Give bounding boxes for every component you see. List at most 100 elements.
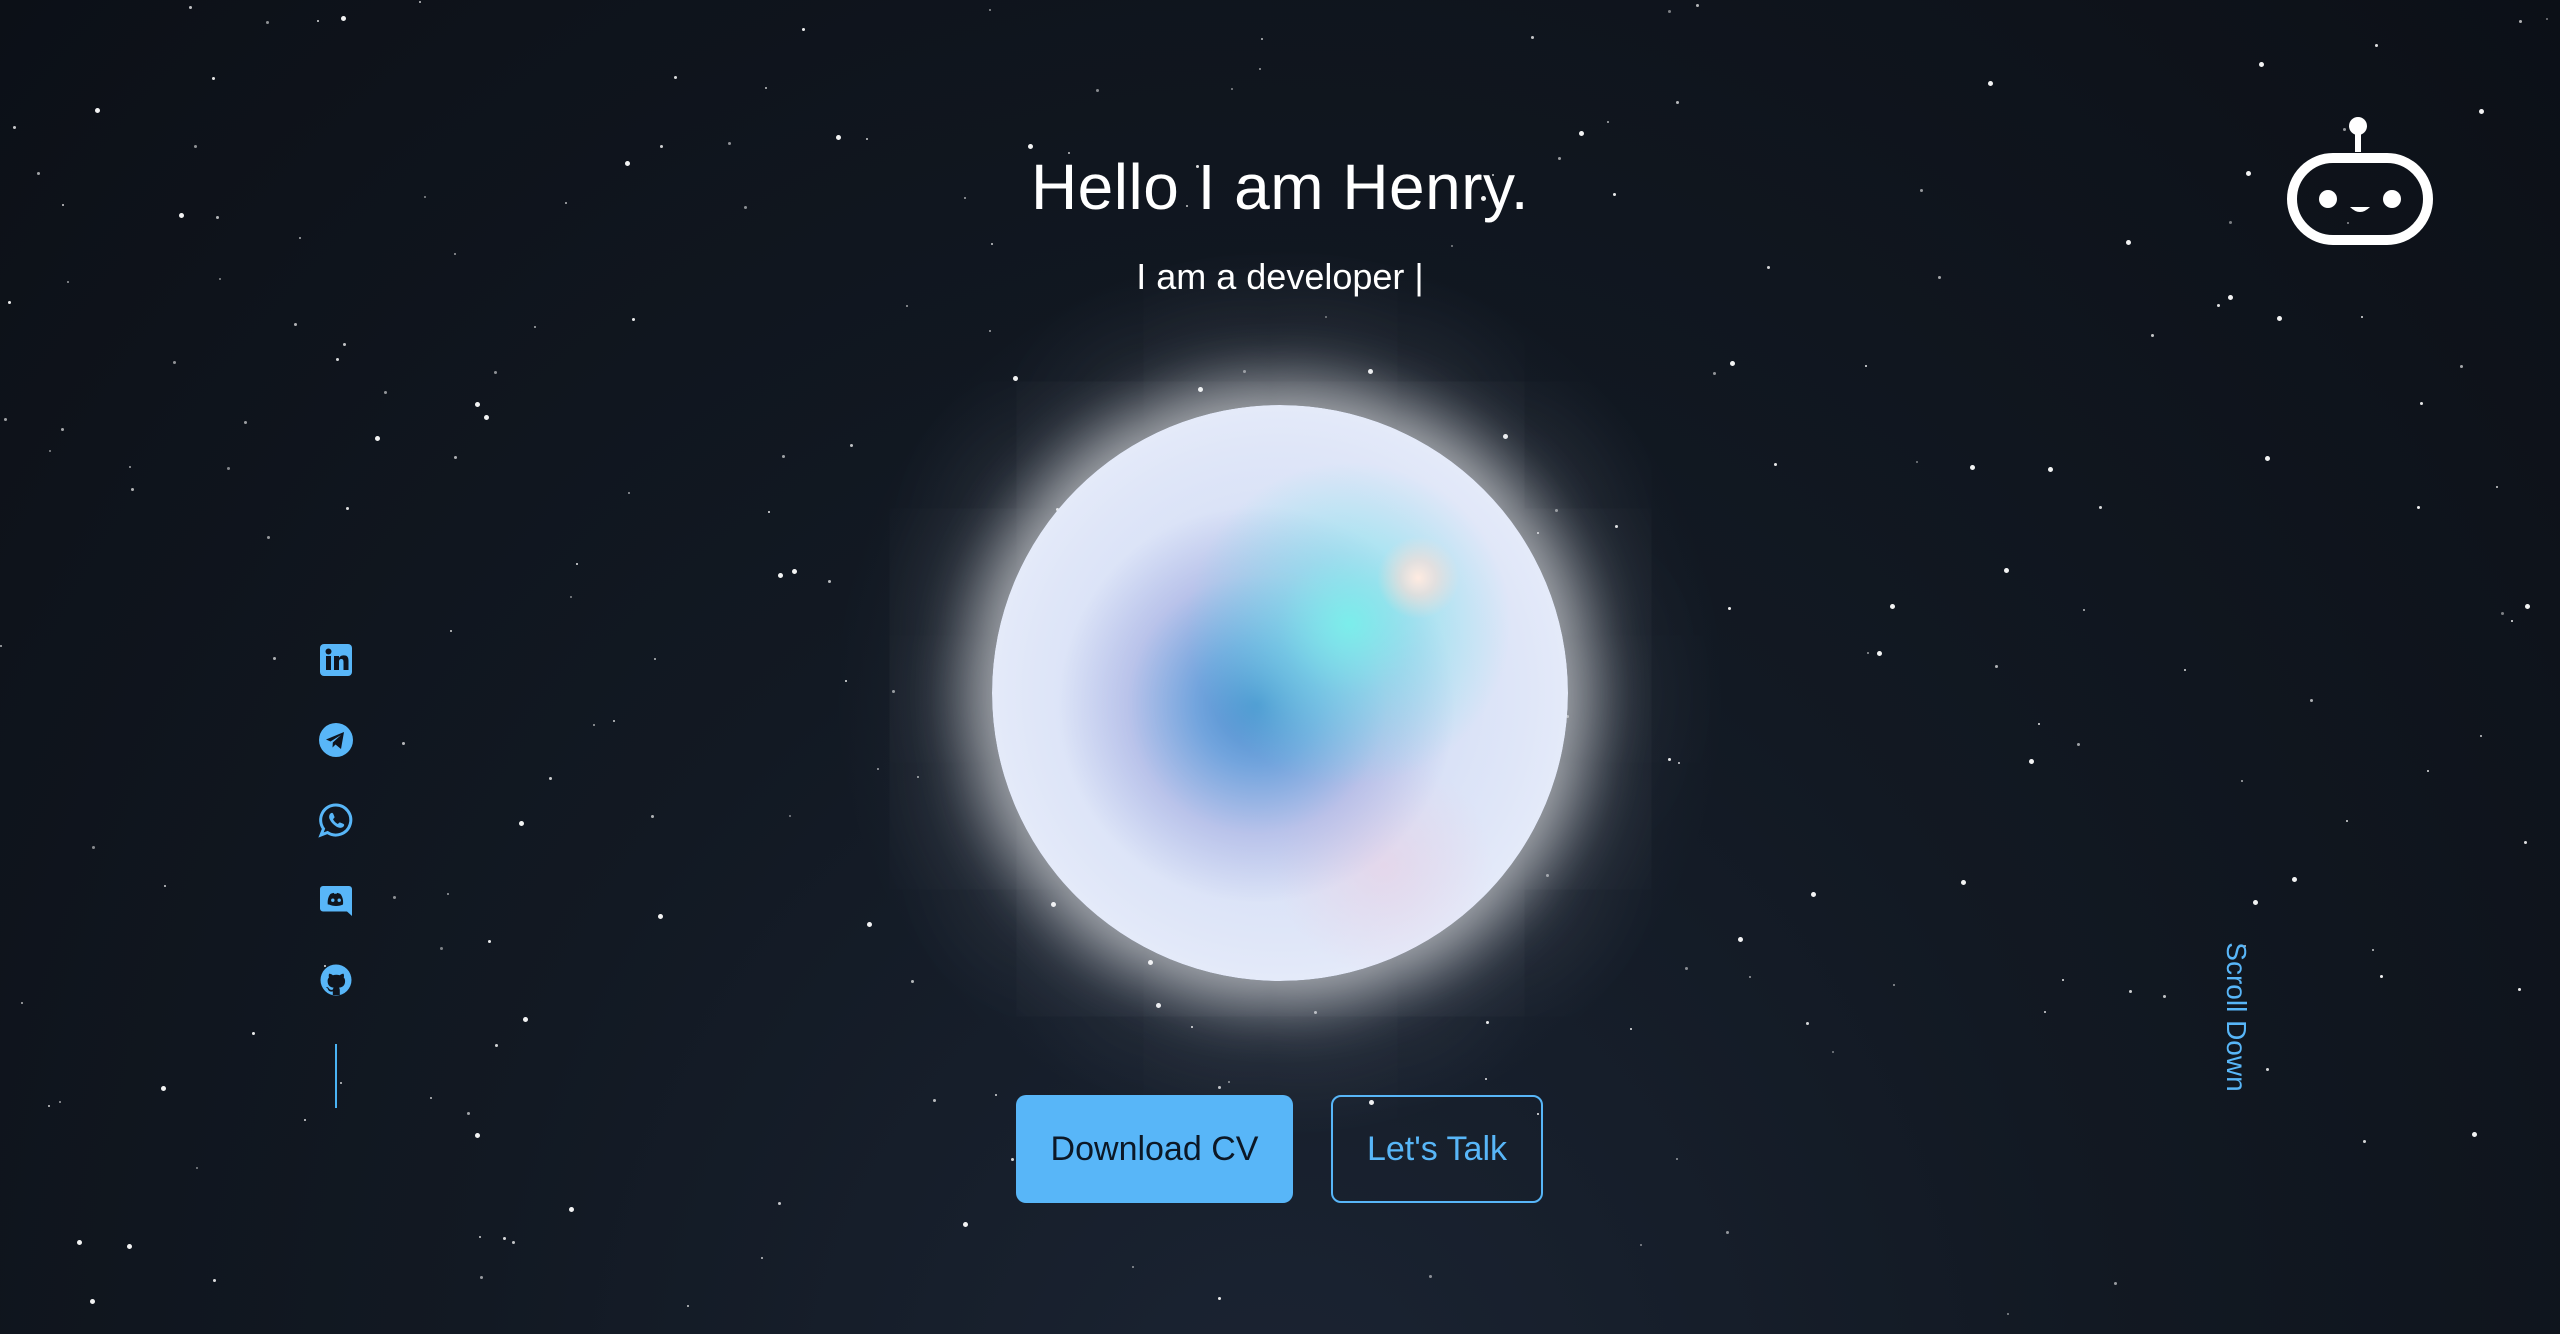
star <box>1685 967 1688 970</box>
star <box>336 358 339 361</box>
star <box>593 724 595 726</box>
star <box>2511 620 2513 622</box>
star <box>534 326 536 328</box>
star <box>299 237 301 239</box>
star <box>2363 1140 2366 1143</box>
star <box>294 323 297 326</box>
robot-logo[interactable] <box>2284 114 2436 250</box>
star <box>1865 365 1867 367</box>
star <box>2372 949 2374 951</box>
star <box>48 1105 50 1107</box>
star <box>995 1094 997 1096</box>
github-link[interactable] <box>316 960 356 1000</box>
discord-link[interactable] <box>316 880 356 920</box>
social-divider-line <box>335 1044 337 1108</box>
star <box>906 305 908 307</box>
star <box>189 6 192 9</box>
star <box>2048 467 2053 472</box>
star <box>1877 651 1882 656</box>
star <box>2007 1313 2009 1315</box>
star <box>2038 723 2040 725</box>
star <box>828 580 831 583</box>
star <box>2525 604 2530 609</box>
star <box>2427 770 2429 772</box>
star <box>660 145 663 148</box>
star <box>2480 735 2482 737</box>
discord-icon <box>320 886 352 916</box>
star <box>1726 1231 1729 1234</box>
star <box>778 573 783 578</box>
star <box>2361 316 2363 318</box>
github-icon <box>320 964 352 996</box>
star <box>340 1082 342 1084</box>
star <box>761 1257 763 1259</box>
star <box>131 488 134 491</box>
hero-title: Hello I am Henry. <box>1030 151 1530 223</box>
star <box>765 87 767 89</box>
linkedin-link[interactable] <box>316 640 356 680</box>
star <box>836 135 841 140</box>
star <box>802 28 805 31</box>
star <box>1218 1297 1221 1300</box>
star <box>2277 316 2282 321</box>
star <box>2518 988 2521 991</box>
star <box>2217 304 2220 307</box>
star <box>866 138 868 140</box>
star <box>933 1099 936 1102</box>
star <box>654 658 656 660</box>
scroll-down-link[interactable]: Scroll Down <box>2218 937 2254 1097</box>
star <box>2479 109 2484 114</box>
star <box>991 243 993 245</box>
star <box>252 1032 255 1035</box>
star <box>1451 245 1453 247</box>
star <box>454 456 457 459</box>
star <box>21 1002 23 1004</box>
star <box>2265 456 2270 461</box>
star <box>963 1222 968 1227</box>
star <box>454 253 456 255</box>
star <box>127 1244 132 1249</box>
star <box>2420 402 2423 405</box>
star <box>2375 44 2378 47</box>
telegram-link[interactable] <box>316 720 356 760</box>
star <box>475 402 480 407</box>
star <box>447 893 449 895</box>
star <box>778 1202 781 1205</box>
star <box>867 922 872 927</box>
whatsapp-link[interactable] <box>316 800 356 840</box>
download-cv-button[interactable]: Download CV <box>1016 1095 1293 1203</box>
star <box>1738 937 1743 942</box>
star <box>1261 38 1263 40</box>
telegram-icon <box>319 723 353 757</box>
star <box>850 444 853 447</box>
star <box>375 436 380 441</box>
star <box>658 914 663 919</box>
star <box>90 1299 95 1304</box>
star <box>728 142 731 145</box>
star <box>1811 892 1816 897</box>
star <box>1579 131 1584 136</box>
star <box>266 21 269 24</box>
star <box>304 1119 306 1121</box>
star <box>1774 463 1777 466</box>
star <box>402 742 405 745</box>
star <box>2029 759 2034 764</box>
star <box>1713 372 1716 375</box>
star <box>989 9 991 11</box>
star <box>164 885 166 887</box>
star <box>1893 984 1895 986</box>
lets-talk-button[interactable]: Let's Talk <box>1331 1095 1543 1203</box>
star <box>267 536 270 539</box>
star <box>570 596 572 598</box>
star <box>77 1240 82 1245</box>
star <box>2077 743 2080 746</box>
star <box>2380 975 2383 978</box>
star <box>244 421 247 424</box>
star <box>1890 604 1895 609</box>
star <box>2126 240 2131 245</box>
star <box>2417 506 2420 509</box>
star <box>1132 1266 1134 1268</box>
star <box>1429 1275 1432 1278</box>
star <box>494 371 497 374</box>
star <box>480 1276 483 1279</box>
